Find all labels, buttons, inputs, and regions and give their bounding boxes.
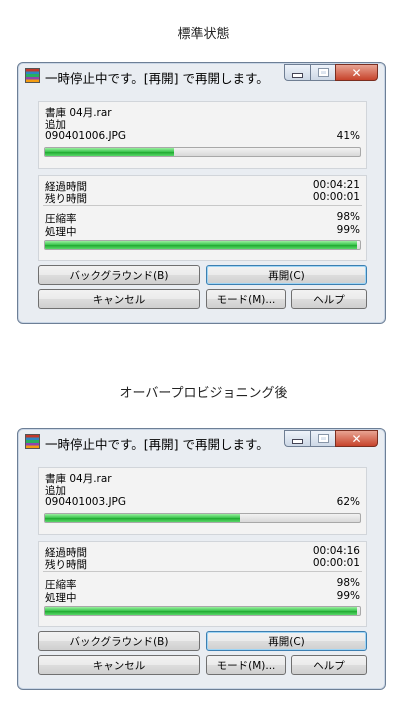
file-progress-text: 62% <box>336 496 360 508</box>
close-button[interactable]: ✕ <box>335 430 378 447</box>
help-button[interactable]: ヘルプ <box>291 655 367 675</box>
background-button[interactable]: バックグラウンド(B) <box>38 631 200 651</box>
divider <box>43 205 362 206</box>
stats-panel: 経過時間 00:04:16 残り時間 00:00:01 圧縮率 98% 処理中 … <box>38 541 367 627</box>
remaining-label: 残り時間 <box>45 193 87 205</box>
caption-overprovisioning: オーバープロビジョニング後 <box>119 386 288 401</box>
elapsed-value: 00:04:16 <box>312 545 360 557</box>
divider <box>43 571 362 572</box>
minimize-icon <box>292 438 303 444</box>
mode-button[interactable]: モード(M)... <box>206 289 286 309</box>
maximize-button[interactable] <box>310 64 335 81</box>
winrar-books-icon <box>25 434 40 449</box>
title-bar[interactable]: 一時停止中です。[再開] で再開します。 ✕ <box>18 63 385 89</box>
processed-label: 処理中 <box>45 592 77 604</box>
file-progress-fill <box>45 514 241 522</box>
ratio-value: 98% <box>336 577 360 589</box>
caption-buttons: ✕ <box>284 64 378 82</box>
remaining-label: 残り時間 <box>45 559 87 571</box>
background-button[interactable]: バックグラウンド(B) <box>38 265 200 285</box>
title-bar[interactable]: 一時停止中です。[再開] で再開します。 ✕ <box>18 429 385 455</box>
file-name: 090401006.JPG <box>45 130 127 142</box>
resume-button[interactable]: 再開(C) <box>206 265 367 285</box>
total-progress-bar <box>44 240 361 250</box>
cancel-button[interactable]: キャンセル <box>38 289 200 309</box>
close-button[interactable]: ✕ <box>335 64 378 81</box>
file-name: 090401003.JPG <box>45 496 127 508</box>
window-title: 一時停止中です。[再開] で再開します。 <box>45 437 269 452</box>
minimize-button[interactable] <box>284 64 310 81</box>
remaining-value: 00:00:01 <box>312 557 360 569</box>
winrar-books-icon <box>25 68 40 83</box>
mode-button[interactable]: モード(M)... <box>206 655 286 675</box>
maximize-button[interactable] <box>310 430 335 447</box>
processed-label: 処理中 <box>45 226 77 238</box>
help-button[interactable]: ヘルプ <box>291 289 367 309</box>
maximize-icon <box>317 68 329 77</box>
file-panel: 書庫 04月.rar 追加 090401006.JPG 41% <box>38 101 367 169</box>
progress-window: 一時停止中です。[再開] で再開します。 ✕ 書庫 04月.rar 追加 090… <box>17 62 386 324</box>
caption-standard: 標準状態 <box>177 27 230 42</box>
resume-button[interactable]: 再開(C) <box>206 631 367 651</box>
close-icon: ✕ <box>351 65 362 80</box>
file-progress-bar <box>44 513 361 523</box>
elapsed-value: 00:04:21 <box>312 179 360 191</box>
minimize-icon <box>292 72 303 78</box>
stats-panel: 経過時間 00:04:21 残り時間 00:00:01 圧縮率 98% 処理中 … <box>38 175 367 261</box>
file-progress-fill <box>45 148 175 156</box>
total-progress-fill <box>45 607 357 615</box>
processed-value: 99% <box>336 224 360 236</box>
close-icon: ✕ <box>351 431 362 446</box>
processed-value: 99% <box>336 590 360 602</box>
total-progress-fill <box>45 241 357 249</box>
total-progress-bar <box>44 606 361 616</box>
remaining-value: 00:00:01 <box>312 191 360 203</box>
ratio-value: 98% <box>336 211 360 223</box>
caption-buttons: ✕ <box>284 430 378 448</box>
minimize-button[interactable] <box>284 430 310 447</box>
file-progress-text: 41% <box>336 130 360 142</box>
file-panel: 書庫 04月.rar 追加 090401003.JPG 62% <box>38 467 367 535</box>
file-progress-bar <box>44 147 361 157</box>
maximize-icon <box>317 434 329 443</box>
cancel-button[interactable]: キャンセル <box>38 655 200 675</box>
window-title: 一時停止中です。[再開] で再開します。 <box>45 71 269 86</box>
progress-window: 一時停止中です。[再開] で再開します。 ✕ 書庫 04月.rar 追加 090… <box>17 428 386 690</box>
